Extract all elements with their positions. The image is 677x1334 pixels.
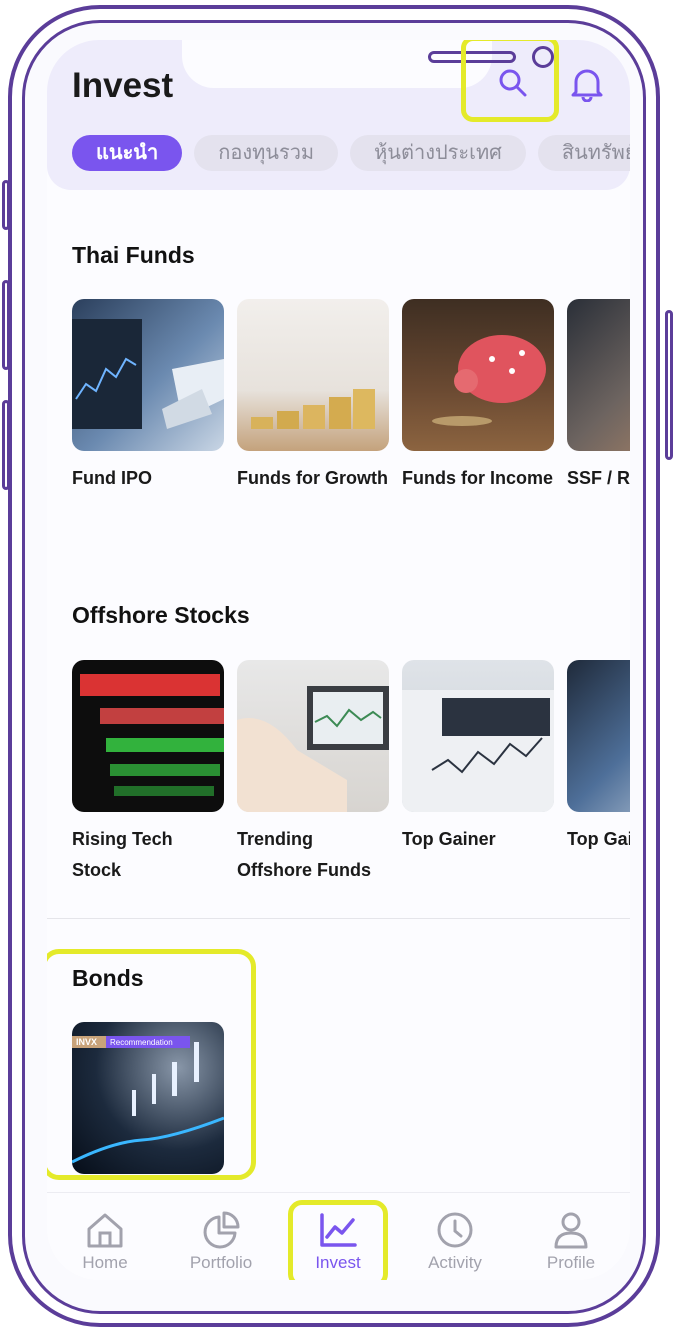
clock-icon (437, 1212, 473, 1248)
tab-label: Home (82, 1253, 128, 1272)
side-button (2, 180, 10, 230)
bonds-badge-brand: INVX (76, 1037, 98, 1047)
tile-label: Rising Tech Stock (72, 829, 173, 880)
section-title-offshore: Offshore Stocks (72, 602, 250, 628)
side-button (2, 280, 10, 370)
page-title: Invest (72, 66, 174, 105)
tab-label: Portfolio (189, 1253, 253, 1272)
tab-portfolio[interactable]: Portfolio (171, 1211, 271, 1273)
category-chips: แนะนำ กองทุนรวม หุ้นต่างประเทศ สินทรัพย์ (72, 135, 630, 171)
chip-foreign-stocks[interactable]: หุ้นต่างประเทศ (350, 135, 526, 171)
invest-tab-highlight (288, 1200, 388, 1280)
tile-funds-growth[interactable]: Funds for Growth (237, 299, 389, 494)
thumb-image: INVX Recommendation (72, 1022, 224, 1174)
bell-icon (571, 69, 603, 102)
thumb-image (567, 660, 630, 812)
tab-profile[interactable]: Profile (521, 1211, 621, 1273)
tile-trending-offshore[interactable]: Trending Offshore Funds (237, 660, 389, 886)
tile-label: Funds for Income (402, 468, 554, 488)
user-icon (554, 1212, 588, 1249)
thumb-image (72, 299, 224, 451)
header: Invest แนะนำ กองทุนรวม หุ้นต่างประเทศ สิ… (47, 40, 630, 190)
section-title-thai-funds: Thai Funds (72, 242, 195, 268)
thai-funds-row: Fund IPO Funds for Growth Funds for Inco… (72, 299, 630, 494)
side-button (665, 310, 673, 460)
divider (47, 918, 630, 919)
tile-label: Fund IPO (72, 468, 152, 488)
search-button[interactable] (469, 45, 557, 121)
tile-top-gainer-2[interactable]: Top Gainer (567, 660, 630, 886)
thumb-image (237, 660, 389, 812)
chip-recommended[interactable]: แนะนำ (72, 135, 183, 171)
side-button (2, 400, 10, 490)
chip-mutual-funds[interactable]: กองทุนรวม (194, 135, 339, 171)
tile-label: Trending Offshore Funds (237, 829, 371, 880)
thumb-image (567, 299, 630, 451)
thumb-image (402, 299, 554, 451)
app-screen: Invest แนะนำ กองทุนรวม หุ้นต่างประเทศ สิ… (47, 40, 630, 1280)
search-icon (499, 69, 527, 97)
tile-top-gainer[interactable]: Top Gainer (402, 660, 554, 886)
phone-notch (182, 40, 554, 88)
tab-label: Activity (428, 1253, 482, 1272)
notification-button[interactable] (565, 62, 609, 106)
tile-bonds[interactable]: INVX Recommendation (72, 1022, 224, 1174)
section-title-bonds: Bonds (72, 965, 144, 991)
tab-label: Profile (546, 1253, 596, 1272)
tile-rising-tech[interactable]: Rising Tech Stock (72, 660, 224, 886)
tile-label: SSF / RMF (567, 468, 630, 488)
pie-chart-icon (203, 1211, 240, 1249)
tab-activity[interactable]: Activity (405, 1211, 505, 1273)
tile-label: Top Gainer (567, 829, 630, 849)
thumb-image (237, 299, 389, 451)
thumb-image (72, 660, 224, 812)
tile-label: Top Gainer (402, 829, 496, 849)
chip-assets[interactable]: สินทรัพย์ (537, 135, 630, 171)
bonds-badge-text: Recommendation (110, 1038, 173, 1047)
tile-ssf-rmf[interactable]: SSF / RMF (567, 299, 630, 494)
thumb-image (402, 660, 554, 812)
tile-funds-income[interactable]: Funds for Income (402, 299, 554, 494)
home-icon (87, 1213, 123, 1248)
offshore-row: Rising Tech Stock Trending Offshore Fund… (72, 660, 630, 886)
tile-fund-ipo[interactable]: Fund IPO (72, 299, 224, 494)
tile-label: Funds for Growth (237, 468, 388, 488)
tab-home[interactable]: Home (55, 1211, 155, 1273)
